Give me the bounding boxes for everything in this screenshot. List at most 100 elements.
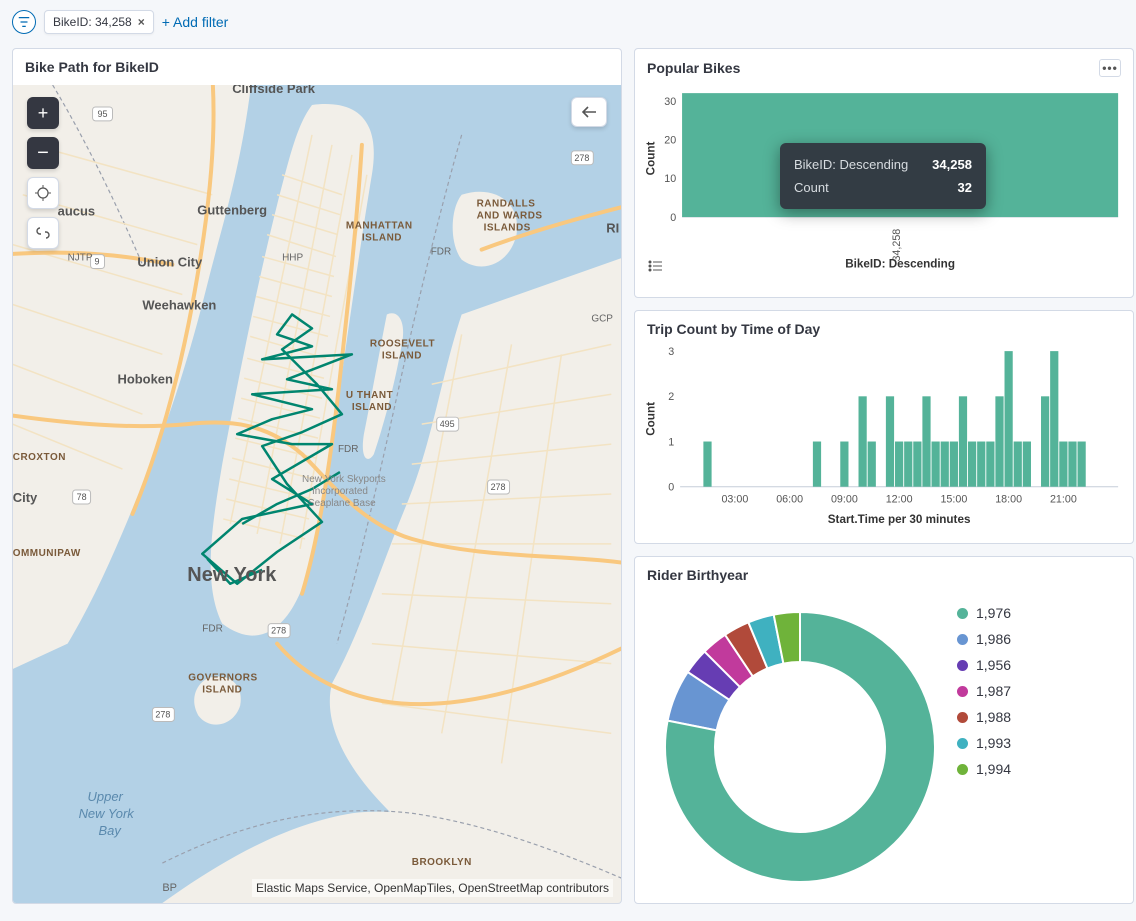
svg-text:AND WARDS: AND WARDS bbox=[477, 211, 543, 222]
svg-text:RANDALLS: RANDALLS bbox=[477, 199, 536, 210]
legend-label: 1,976 bbox=[976, 605, 1011, 621]
svg-text:1: 1 bbox=[668, 436, 674, 448]
svg-text:Bay: Bay bbox=[99, 823, 123, 838]
svg-text:ISLAND: ISLAND bbox=[352, 402, 392, 413]
svg-text:Guttenberg: Guttenberg bbox=[197, 203, 267, 218]
svg-text:FDR: FDR bbox=[202, 624, 223, 635]
legend-icon bbox=[648, 260, 662, 272]
svg-text:Weehawken: Weehawken bbox=[142, 297, 216, 312]
svg-text:RI: RI bbox=[606, 221, 619, 236]
panel-title: Trip Count by Time of Day bbox=[647, 321, 820, 337]
legend-item[interactable]: 1,956 bbox=[957, 657, 1011, 673]
filter-pill-label: BikeID: 34,258 bbox=[53, 15, 132, 29]
rider-birthyear-panel: Rider Birthyear 1,976 1,986 1,956 1,987 1,98… bbox=[634, 556, 1134, 904]
svg-text:34,258: 34,258 bbox=[891, 229, 903, 262]
map-controls: + − bbox=[27, 97, 59, 249]
svg-text:15:00: 15:00 bbox=[940, 493, 967, 505]
panel-title: Popular Bikes bbox=[647, 60, 740, 76]
svg-text:20: 20 bbox=[664, 134, 676, 146]
chart-legend: 1,976 1,986 1,956 1,987 1,988 1,993 1,994 bbox=[957, 597, 1011, 887]
panel-title: Rider Birthyear bbox=[647, 567, 748, 583]
map-canvas[interactable]: 95 278 278 278 278 495 78 9 Cliffside Pa… bbox=[13, 85, 621, 903]
svg-text:278: 278 bbox=[491, 482, 506, 492]
svg-text:ROOSEVELT: ROOSEVELT bbox=[370, 338, 435, 349]
svg-text:BROOKLYN: BROOKLYN bbox=[412, 857, 472, 868]
svg-text:95: 95 bbox=[98, 109, 108, 119]
svg-text:New York: New York bbox=[187, 564, 277, 586]
svg-text:495: 495 bbox=[440, 419, 455, 429]
svg-text:3: 3 bbox=[668, 346, 674, 358]
svg-text:0: 0 bbox=[670, 212, 676, 224]
legend-swatch bbox=[957, 764, 968, 775]
svg-text:HHP: HHP bbox=[282, 253, 303, 264]
svg-text:City: City bbox=[13, 490, 38, 505]
tooltip-key: BikeID: Descending bbox=[794, 157, 908, 172]
tooltip-value: 32 bbox=[957, 180, 971, 195]
svg-text:U THANT: U THANT bbox=[346, 390, 393, 401]
svg-text:FDR: FDR bbox=[431, 247, 451, 258]
map-panel: Bike Path for BikeID + − bbox=[12, 48, 622, 904]
trip-count-chart[interactable]: Count012303:0006:0009:0012:0015:0018:002… bbox=[645, 343, 1123, 528]
svg-text:Count: Count bbox=[645, 402, 658, 436]
right-column: Popular Bikes ••• Count010203034,258Bike… bbox=[634, 48, 1134, 904]
collapse-layers-button[interactable] bbox=[571, 97, 607, 127]
svg-text:10: 10 bbox=[664, 173, 676, 185]
legend-toggle-button[interactable] bbox=[645, 257, 665, 275]
svg-text:GCP: GCP bbox=[591, 313, 613, 324]
legend-item[interactable]: 1,976 bbox=[957, 605, 1011, 621]
svg-text:New York Skyports: New York Skyports bbox=[302, 474, 386, 485]
svg-text:NJTP: NJTP bbox=[68, 253, 93, 264]
rider-birthyear-chart[interactable] bbox=[645, 597, 945, 887]
legend-swatch bbox=[957, 634, 968, 645]
svg-text:ISLAND: ISLAND bbox=[382, 350, 422, 361]
svg-text:ISLAND: ISLAND bbox=[362, 233, 402, 244]
svg-text:Seaplane Base: Seaplane Base bbox=[308, 498, 376, 509]
svg-text:New York: New York bbox=[79, 806, 136, 821]
filter-pill-bikeid[interactable]: BikeID: 34,258 × bbox=[44, 10, 154, 34]
svg-text:03:00: 03:00 bbox=[721, 493, 748, 505]
svg-text:0: 0 bbox=[668, 482, 674, 494]
svg-text:CROXTON: CROXTON bbox=[13, 452, 66, 463]
svg-text:MANHATTAN: MANHATTAN bbox=[346, 221, 413, 232]
map-attribution: Elastic Maps Service, OpenMapTiles, Open… bbox=[252, 879, 613, 897]
svg-text:Union City: Union City bbox=[137, 255, 203, 270]
legend-item[interactable]: 1,986 bbox=[957, 631, 1011, 647]
svg-text:OMMUNIPAW: OMMUNIPAW bbox=[13, 548, 81, 559]
change-filters-button[interactable] bbox=[12, 10, 36, 34]
chart-tooltip: BikeID: Descending 34,258 Count 32 bbox=[780, 143, 986, 209]
svg-text:9: 9 bbox=[95, 257, 100, 267]
svg-text:Hoboken: Hoboken bbox=[117, 371, 172, 386]
legend-label: 1,956 bbox=[976, 657, 1011, 673]
close-icon[interactable]: × bbox=[138, 15, 145, 29]
legend-item[interactable]: 1,993 bbox=[957, 735, 1011, 751]
svg-text:278: 278 bbox=[574, 153, 589, 163]
legend-label: 1,988 bbox=[976, 709, 1011, 725]
crosshair-icon bbox=[35, 185, 51, 201]
tools-button[interactable] bbox=[27, 217, 59, 249]
legend-item[interactable]: 1,994 bbox=[957, 761, 1011, 777]
legend-item[interactable]: 1,987 bbox=[957, 683, 1011, 699]
svg-text:Incorporated: Incorporated bbox=[312, 486, 368, 497]
tooltip-value: 34,258 bbox=[932, 157, 972, 172]
panel-header: Bike Path for BikeID bbox=[13, 49, 621, 81]
dashboard-grid: Bike Path for BikeID + − bbox=[0, 48, 1136, 916]
svg-text:BikeID: Descending: BikeID: Descending bbox=[845, 258, 955, 271]
legend-item[interactable]: 1,988 bbox=[957, 709, 1011, 725]
add-filter-button[interactable]: + Add filter bbox=[162, 14, 229, 30]
svg-text:Count: Count bbox=[645, 142, 658, 176]
zoom-in-button[interactable]: + bbox=[27, 97, 59, 129]
svg-text:BP: BP bbox=[162, 882, 177, 894]
legend-swatch bbox=[957, 660, 968, 671]
legend-swatch bbox=[957, 712, 968, 723]
legend-label: 1,993 bbox=[976, 735, 1011, 751]
panel-options-button[interactable]: ••• bbox=[1099, 59, 1121, 77]
zoom-out-button[interactable]: − bbox=[27, 137, 59, 169]
svg-text:21:00: 21:00 bbox=[1050, 493, 1077, 505]
svg-text:30: 30 bbox=[664, 96, 676, 108]
locate-button[interactable] bbox=[27, 177, 59, 209]
svg-text:18:00: 18:00 bbox=[995, 493, 1022, 505]
svg-text:Upper: Upper bbox=[88, 789, 124, 804]
legend-label: 1,986 bbox=[976, 631, 1011, 647]
legend-swatch bbox=[957, 686, 968, 697]
svg-text:78: 78 bbox=[77, 492, 87, 502]
